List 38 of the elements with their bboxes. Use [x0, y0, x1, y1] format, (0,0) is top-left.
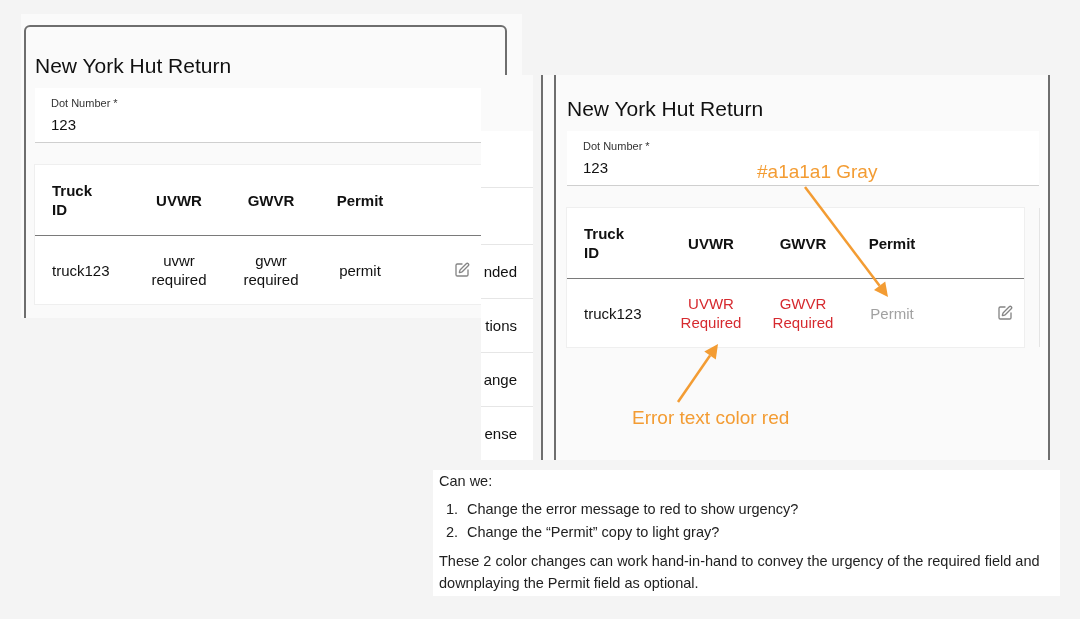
- field-value: 123: [583, 158, 609, 178]
- table-cell-text: gvwr required: [242, 251, 300, 289]
- table-cell-text: GWVR Required: [771, 294, 835, 332]
- edit-icon[interactable]: [997, 305, 1013, 321]
- column-header: GWVR: [247, 190, 295, 210]
- list-item-text: Change the error message to red to show urgency?: [467, 500, 799, 519]
- list-item[interactable]: tions: [481, 298, 533, 352]
- column-header: UVWR: [156, 190, 202, 210]
- table-cell-text: uvwr required: [150, 251, 208, 289]
- screen-title: New York Hut Return: [35, 53, 233, 79]
- column-header: Permit: [336, 190, 384, 210]
- annotation-text: Error text color red: [632, 407, 790, 429]
- table-cell: truck123: [52, 260, 110, 280]
- list-item[interactable]: ange: [481, 352, 533, 406]
- table-cell-text: UVWR Required: [679, 294, 743, 332]
- annotation-text: #a1a1a1 Gray: [757, 161, 878, 183]
- note-text: Can we:: [439, 472, 494, 491]
- note-paragraph: These 2 color changes can work hand-in-hand to convey the urgency of the required field and downplaying the Permit field as optional.: [439, 552, 1041, 593]
- column-header: GWVR: [779, 233, 827, 253]
- list-item[interactable]: nded: [481, 244, 533, 298]
- table-cell: permit: [339, 260, 381, 280]
- annotation-arrow: [676, 344, 718, 403]
- field-label: Dot Number *: [51, 96, 118, 110]
- table-cell: truck123: [584, 303, 642, 323]
- screen-title: New York Hut Return: [567, 96, 765, 122]
- list-item[interactable]: ense: [481, 406, 533, 460]
- edit-icon[interactable]: [454, 262, 470, 278]
- list-number: 2.: [445, 523, 460, 542]
- text-field[interactable]: Dot Number * 123: [35, 88, 481, 143]
- field-value: 123: [51, 115, 77, 135]
- column-header: UVWR: [688, 233, 734, 253]
- column-header: Truck ID: [52, 181, 94, 219]
- column-header: Truck ID: [584, 224, 626, 262]
- list-number: 1.: [445, 500, 460, 519]
- column-header: Permit: [868, 233, 916, 253]
- table-cell: Permit: [870, 303, 914, 323]
- field-label: Dot Number *: [583, 139, 650, 153]
- list-item-text: Change the “Permit” copy to light gray?: [467, 523, 720, 542]
